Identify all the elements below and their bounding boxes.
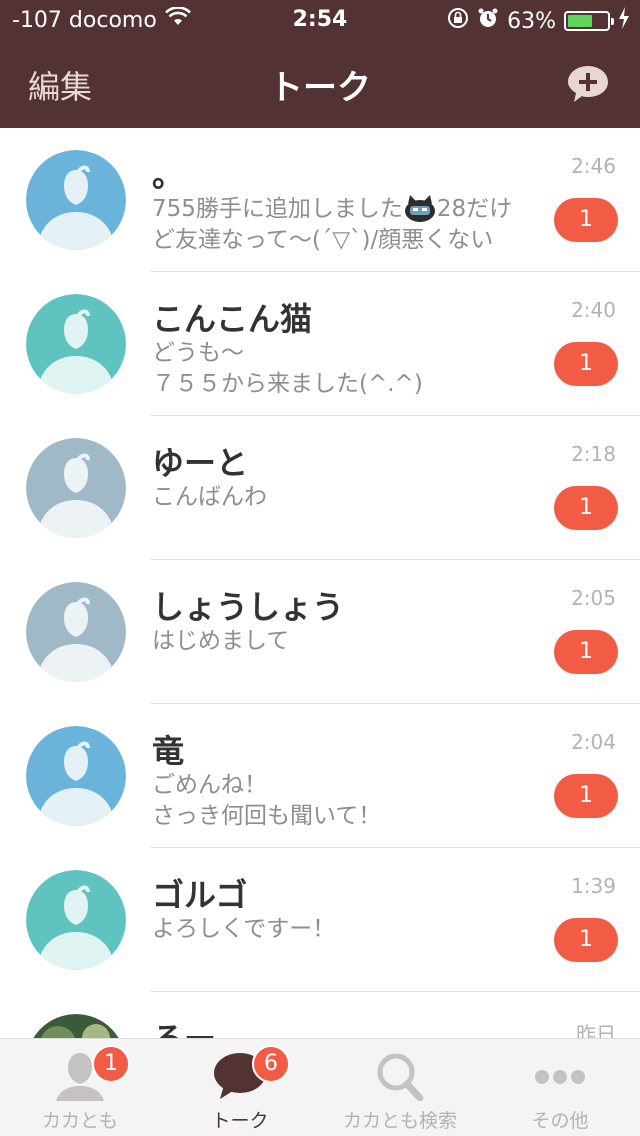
- chat-preview: どうも〜 ７５５から来ました(^.^): [152, 338, 532, 400]
- chat-row[interactable]: ゴルゴ よろしくですー！ 1:39 1: [0, 848, 640, 992]
- default-avatar-icon: [26, 294, 126, 394]
- preview-text: さっき何回も聞いて！: [152, 803, 382, 829]
- preview-text: よろしくですー！: [152, 916, 336, 942]
- preview-text: はじめまして: [152, 628, 290, 654]
- chat-row[interactable]: しょうしょう はじめまして 2:05 1: [0, 560, 640, 704]
- preview-text: 755勝手に追加しました: [152, 196, 403, 222]
- photo-avatar: [33, 1014, 119, 1038]
- avatar: [26, 870, 126, 970]
- preview-text: こんばんわ: [152, 484, 267, 510]
- unread-badge: 1: [554, 486, 618, 530]
- preview-text: ごめんね！: [152, 772, 267, 798]
- unread-badge: 1: [554, 630, 618, 674]
- battery-icon: [564, 11, 614, 31]
- chat-row[interactable]: 竜 ごめんね！ さっき何回も聞いて！ 2:04 1: [0, 704, 640, 848]
- chat-name: ゆーと: [152, 444, 249, 482]
- chat-name: 竜: [152, 732, 185, 770]
- app-header: -107 docomo 2:54 63% 編集 トーク: [0, 0, 640, 128]
- unread-badge: 1: [554, 198, 618, 242]
- chat-name: こんこん猫: [152, 300, 313, 338]
- tab-label: カカとも: [41, 1110, 118, 1132]
- chat-list: 。 755勝手に追加しました 28だけ ど友達なって〜(´▽`)/顔悪くない 2…: [0, 128, 640, 1038]
- chat-name: 。: [152, 156, 185, 194]
- preview-text: 28だけ: [436, 196, 513, 222]
- more-dots-icon: [532, 1051, 588, 1105]
- avatar: [26, 1014, 126, 1038]
- tab-search[interactable]: カカとも検索: [320, 1039, 480, 1136]
- chat-time: 2:40: [571, 298, 616, 322]
- chat-row[interactable]: 。 755勝手に追加しました 28だけ ど友達なって〜(´▽`)/顔悪くない 2…: [0, 128, 640, 272]
- chat-name: ゴルゴ: [152, 876, 248, 914]
- new-chat-button[interactable]: [566, 64, 610, 104]
- tab-talk[interactable]: 6 トーク: [160, 1039, 320, 1136]
- tab-badge: 6: [252, 1045, 290, 1083]
- default-avatar-icon: [26, 150, 126, 250]
- unread-badge: 1: [554, 918, 618, 962]
- default-avatar-icon: [26, 870, 126, 970]
- unread-badge: 1: [554, 342, 618, 386]
- preview-text: ど友達なって〜(´▽`)/顔悪くない: [152, 227, 494, 253]
- chat-preview: こんばんわ: [152, 482, 532, 513]
- tab-bar: 1 カカとも 6 トーク カカとも検索 その他: [0, 1038, 640, 1136]
- chat-time: 昨日: [576, 1022, 616, 1038]
- chat-row[interactable]: ゆーと こんばんわ 2:18 1: [0, 416, 640, 560]
- chat-time: 2:18: [571, 442, 616, 466]
- unread-badge: 1: [554, 774, 618, 818]
- tab-friends[interactable]: 1 カカとも: [0, 1039, 160, 1136]
- preview-text: ７５５から来ました(^.^): [152, 371, 423, 397]
- avatar: [26, 438, 126, 538]
- tab-label: カカとも検索: [342, 1110, 457, 1132]
- default-avatar-icon: [26, 582, 126, 682]
- default-avatar-icon: [26, 438, 126, 538]
- chat-time: 2:05: [571, 586, 616, 610]
- avatar: [26, 150, 126, 250]
- tab-label: トーク: [211, 1110, 269, 1132]
- chat-preview: はじめまして: [152, 626, 532, 657]
- chat-time: 2:46: [571, 154, 616, 178]
- chat-preview: よろしくですー！: [152, 914, 532, 945]
- chat-name: るー: [152, 1014, 216, 1038]
- avatar: [26, 582, 126, 682]
- default-avatar-icon: [26, 726, 126, 826]
- battery-percent: 63%: [507, 8, 556, 34]
- tab-badge: 1: [92, 1045, 130, 1083]
- tab-more[interactable]: その他: [480, 1039, 640, 1136]
- tab-label: その他: [531, 1110, 589, 1132]
- chat-time: 2:04: [571, 730, 616, 754]
- alarm-icon: [477, 7, 499, 35]
- chat-preview: ごめんね！ さっき何回も聞いて！: [152, 770, 532, 832]
- chat-row[interactable]: こんこん猫 どうも〜 ７５５から来ました(^.^) 2:40 1: [0, 272, 640, 416]
- status-right: 63%: [447, 7, 630, 35]
- chat-name: しょうしょう: [152, 588, 345, 626]
- page-title: トーク: [269, 68, 371, 108]
- avatar: [26, 726, 126, 826]
- rotation-lock-icon: [447, 7, 469, 35]
- chat-preview: 755勝手に追加しました 28だけ ど友達なって〜(´▽`)/顔悪くない: [152, 194, 532, 256]
- chat-time: 1:39: [571, 874, 616, 898]
- charging-icon: [618, 7, 630, 35]
- add-chat-icon: [568, 66, 608, 102]
- chat-row[interactable]: るー 昨日: [0, 992, 640, 1038]
- preview-text: どうも〜: [152, 340, 244, 366]
- avatar: [26, 294, 126, 394]
- status-bar: -107 docomo 2:54 63%: [0, 0, 640, 40]
- cat-emoticon-icon: [404, 195, 435, 222]
- search-icon: [372, 1051, 428, 1105]
